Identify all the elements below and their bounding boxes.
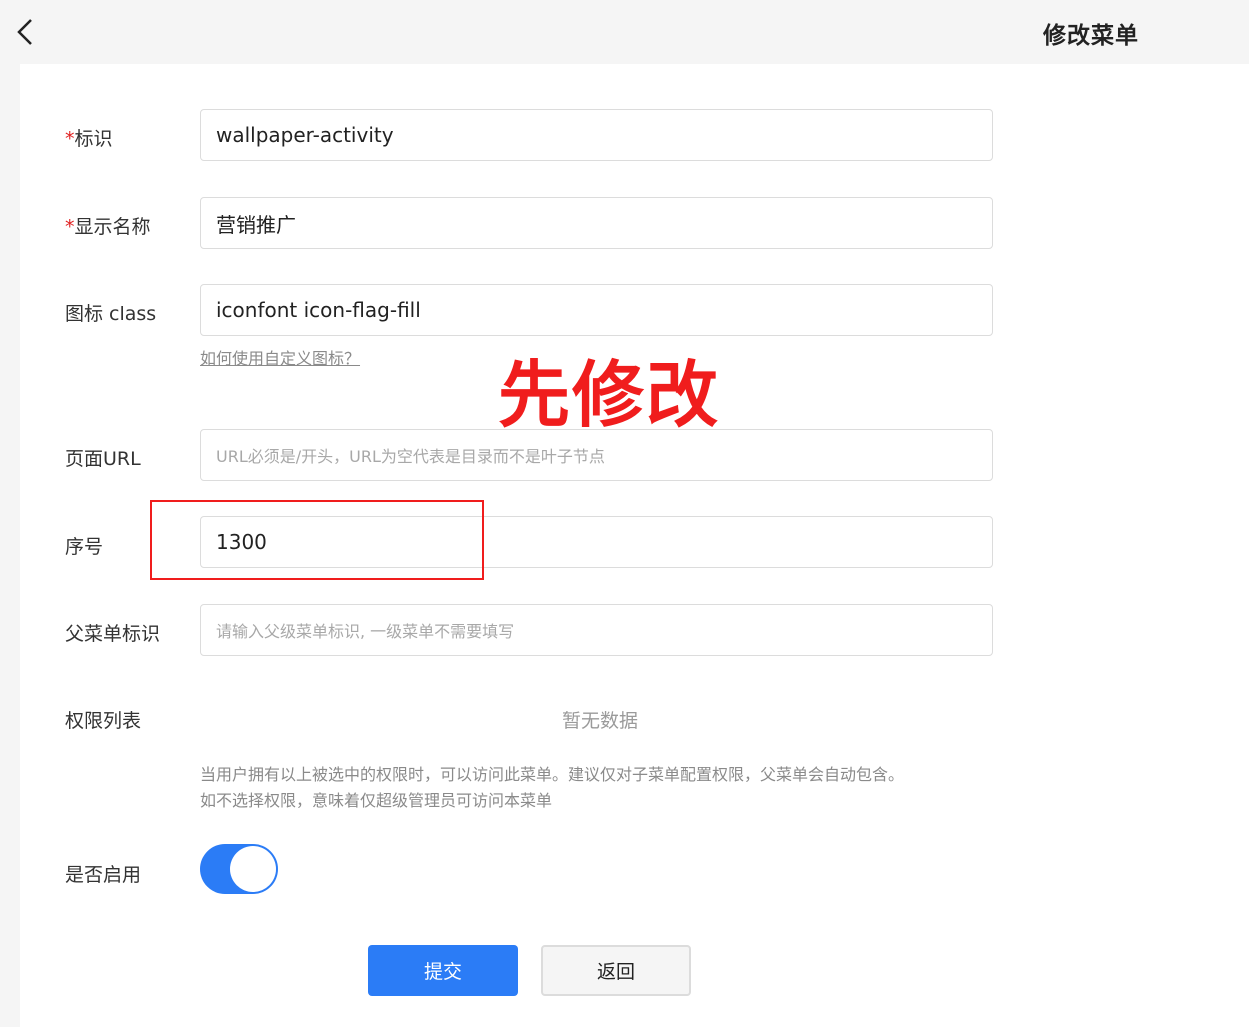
form-card: *标识 *显示名称 图标 class 如何使用自定义图标？ 先修改 页面URL … <box>20 64 1249 1027</box>
permission-empty-text: 暂无数据 <box>562 710 639 732</box>
page-url-input[interactable] <box>200 429 993 481</box>
permission-hint: 当用户拥有以上被选中的权限时，可以访问此菜单。建议仅对子菜单配置权限，父菜单会自… <box>200 762 1020 814</box>
permission-hint-line: 当用户拥有以上被选中的权限时，可以访问此菜单。建议仅对子菜单配置权限，父菜单会自… <box>200 765 905 784</box>
permission-hint-line: 如不选择权限，意味着仅超级管理员可访问本菜单 <box>200 791 553 810</box>
required-mark: * <box>65 128 75 150</box>
icon-class-input[interactable] <box>200 284 993 336</box>
id-label: *标识 <box>65 128 113 150</box>
enabled-label: 是否启用 <box>65 864 142 886</box>
annotation-overlay-text: 先修改 <box>498 353 721 437</box>
parent-menu-label: 父菜单标识 <box>65 623 161 645</box>
chevron-left-icon <box>17 19 32 45</box>
back-button[interactable] <box>12 14 42 50</box>
display-name-input[interactable] <box>200 197 993 249</box>
id-input[interactable] <box>200 109 993 161</box>
icon-class-label: 图标 class <box>65 303 157 325</box>
page-url-label: 页面URL <box>65 448 141 470</box>
top-bar: 修改菜单 <box>0 0 1249 64</box>
toggle-knob <box>230 846 276 892</box>
permission-list-label: 权限列表 <box>65 710 142 732</box>
parent-menu-input[interactable] <box>200 604 993 656</box>
display-name-label: *显示名称 <box>65 216 151 238</box>
required-mark: * <box>65 216 75 238</box>
page-title: 修改菜单 <box>1043 23 1139 49</box>
back-form-button[interactable]: 返回 <box>541 945 691 996</box>
order-label: 序号 <box>65 536 104 558</box>
enabled-toggle[interactable] <box>200 844 278 894</box>
order-input[interactable] <box>200 516 993 568</box>
custom-icon-help-link[interactable]: 如何使用自定义图标？ <box>200 345 360 369</box>
submit-button[interactable]: 提交 <box>368 945 518 996</box>
